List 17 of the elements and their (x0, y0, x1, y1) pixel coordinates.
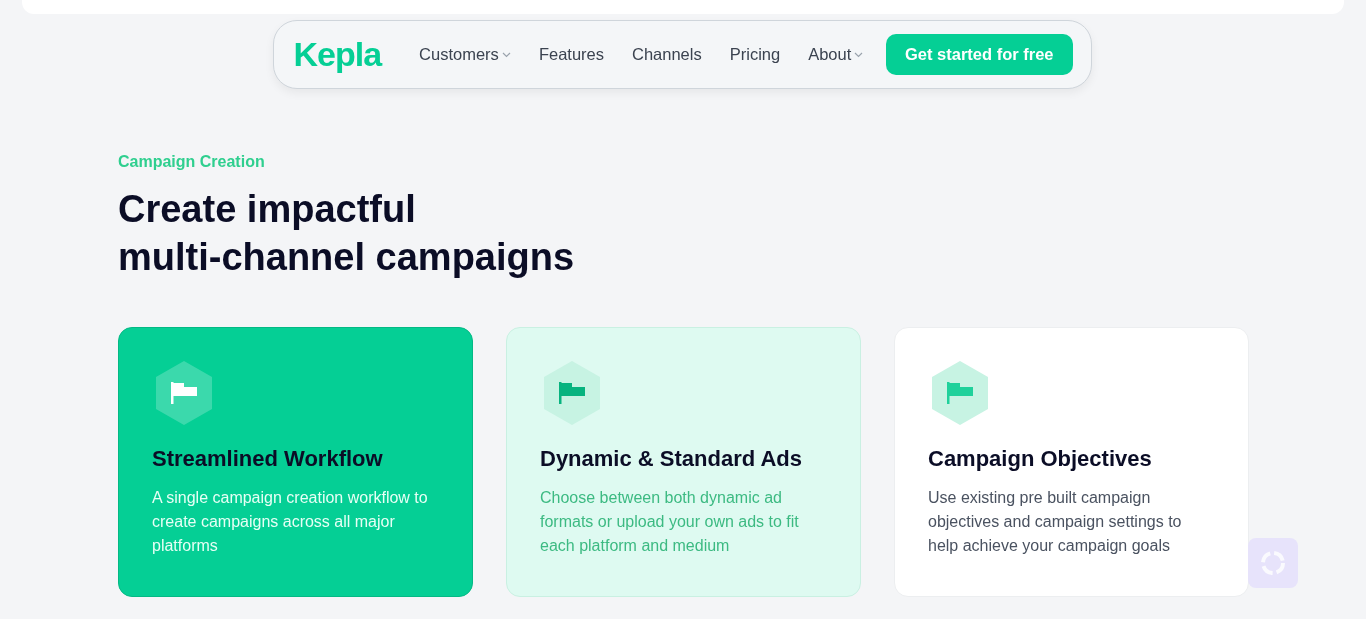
card-title: Dynamic & Standard Ads (540, 446, 804, 472)
card-description: A single campaign creation workflow to create campaigns across all major platforms (152, 488, 429, 556)
nav-link[interactable]: Features (538, 45, 604, 64)
nav-link[interactable]: About (808, 45, 864, 64)
chevron-down-icon (501, 51, 511, 58)
section-heading: Create impactful (118, 187, 417, 232)
chevron-down-icon (854, 51, 864, 58)
section-eyebrow: Campaign Creation (118, 153, 266, 171)
nav-link[interactable]: Channels (632, 45, 702, 64)
card-description: Use existing pre built campaign objectives and campaign settings to help achieve your campaign goals (928, 488, 1183, 556)
card-description: Choose between both dynamic ad formats or upload your own ads to fit each platform and medium (540, 488, 800, 556)
card-title: Streamlined Workflow (152, 446, 384, 472)
section-heading: multi-channel campaigns (118, 235, 576, 280)
nav-link[interactable]: Customers (419, 45, 511, 64)
nav-link[interactable]: Pricing (729, 45, 781, 64)
chat-widget-button[interactable] (1248, 538, 1298, 588)
card-title: Campaign Objectives (928, 446, 1153, 472)
